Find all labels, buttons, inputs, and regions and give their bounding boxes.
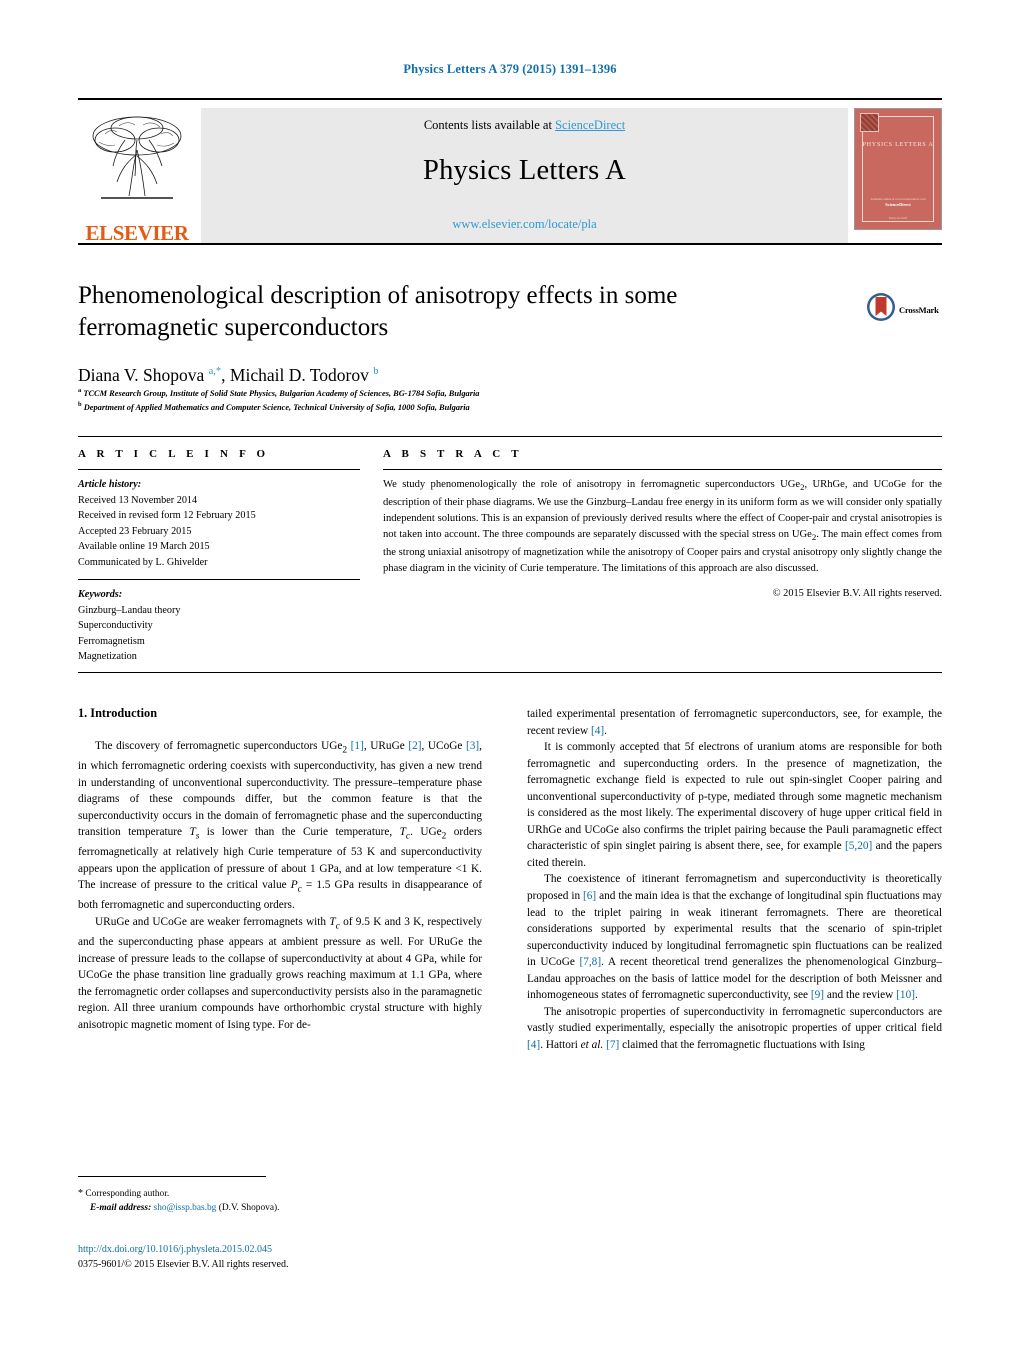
email-label: E-mail address: xyxy=(90,1203,152,1214)
crossmark-label: CrossMark xyxy=(899,304,939,315)
footnote-block: * Corresponding author. E-mail address: … xyxy=(78,1186,482,1215)
email-link[interactable]: sho@issp.bas.bg xyxy=(154,1203,217,1213)
abstract-heading: A B S T R A C T xyxy=(383,448,523,460)
journal-banner: Contents lists available at ScienceDirec… xyxy=(201,108,848,244)
keywords-group: Keywords: Ginzburg–Landau theory Superco… xyxy=(78,587,360,665)
paragraph: tailed experimental presentation of ferr… xyxy=(527,708,942,737)
abstract-text: We study phenomenologically the role of … xyxy=(383,479,943,574)
keyword-item: Superconductivity xyxy=(78,620,153,631)
keyword-item: Magnetization xyxy=(78,651,137,662)
author-list: Diana V. Shopova a,*, Michail D. Todorov… xyxy=(78,365,379,385)
footnote-divider xyxy=(78,1176,266,1177)
title-block: Phenomenological description of anisotro… xyxy=(78,280,778,386)
paragraph: URuGe and UCoGe are weaker ferromagnets … xyxy=(78,915,482,1031)
contents-prefix: Contents lists available at xyxy=(423,118,556,132)
cover-foot-line-1: Available online at www.sciencedirect.co… xyxy=(870,197,926,201)
history-label: Article history: xyxy=(78,479,142,490)
doi-link[interactable]: http://dx.doi.org/10.1016/j.physleta.201… xyxy=(78,1243,482,1258)
section-title-introduction: 1. Introduction xyxy=(78,706,158,720)
title-divider xyxy=(78,243,942,245)
body-column-left: 1. Introduction The discovery of ferroma… xyxy=(78,706,482,1033)
keyword-item: Ginzburg–Landau theory xyxy=(78,604,181,616)
history-item: Received 13 November 2014 xyxy=(78,494,198,506)
page-title: Phenomenological description of anisotro… xyxy=(78,282,678,341)
keywords-rule xyxy=(78,579,360,580)
article-info-rule xyxy=(78,469,360,470)
paragraph: The coexistence of itinerant ferromagnet… xyxy=(527,873,942,1002)
imprint-block: http://dx.doi.org/10.1016/j.physleta.201… xyxy=(78,1243,482,1272)
article-history: Article history: Received 13 November 20… xyxy=(78,477,360,570)
journal-url-link[interactable]: www.elsevier.com/locate/pla xyxy=(201,217,848,232)
cover-journal-name: PHYSICS LETTERS A xyxy=(862,141,934,148)
journal-title: Physics Letters A xyxy=(423,155,626,186)
history-item: Accepted 23 February 2015 xyxy=(78,525,192,537)
elsevier-tree-icon xyxy=(85,110,189,206)
running-head: Physics Letters A 379 (2015) 1391–1396 xyxy=(403,62,617,76)
journal-cover-thumbnail: PHYSICS LETTERS A Available online at ww… xyxy=(854,108,942,230)
paragraph: The discovery of ferromagnetic supercond… xyxy=(78,740,483,912)
body-divider xyxy=(78,672,942,673)
abstract-rule xyxy=(383,469,942,470)
keywords-label: Keywords: xyxy=(78,589,123,600)
issn-copyright: 0375-9601/© 2015 Elsevier B.V. All right… xyxy=(78,1258,289,1270)
elsevier-logo: ELSEVIER xyxy=(78,108,196,244)
article-info-column: A R T I C L E I N F O Article history: R… xyxy=(78,448,360,665)
journal-masthead: ELSEVIER Contents lists available at Sci… xyxy=(78,98,942,244)
cover-foot-line-3: Editor-in-Chief xyxy=(888,216,908,220)
affiliation-a: a TCCM Research Group, Institute of Soli… xyxy=(78,387,480,398)
sciencedirect-link[interactable]: ScienceDirect xyxy=(555,118,625,132)
cover-foot-line-2: ScienceDirect xyxy=(885,202,911,207)
corresponding-author-note: * Corresponding author. xyxy=(78,1186,482,1201)
cover-stamp-icon xyxy=(860,113,879,132)
history-item: Received in revised form 12 February 201… xyxy=(78,510,256,521)
history-item: Available online 19 March 2015 xyxy=(78,541,210,552)
body-column-right: tailed experimental presentation of ferr… xyxy=(527,706,942,1053)
email-note: E-mail address: sho@issp.bas.bg (D.V. Sh… xyxy=(78,1201,482,1215)
affiliation-b: b Department of Applied Mathematics and … xyxy=(78,400,470,412)
abstract-column: A B S T R A C T We study phenomenologica… xyxy=(383,448,942,599)
crossmark-icon xyxy=(866,292,896,327)
affiliations: a TCCM Research Group, Institute of Soli… xyxy=(78,386,778,414)
article-info-heading: A R T I C L E I N F O xyxy=(78,448,270,460)
crossmark-badge[interactable]: CrossMark xyxy=(866,292,939,327)
elsevier-wordmark: ELSEVIER xyxy=(85,221,189,245)
history-item: Communicated by L. Ghivelder xyxy=(78,556,208,568)
affiliation-b-text: Department of Applied Mathematics and Co… xyxy=(83,402,470,412)
corresponding-author-text: Corresponding author. xyxy=(85,1189,170,1199)
contents-available-line: Contents lists available at ScienceDirec… xyxy=(201,118,848,133)
affiliation-a-text: TCCM Research Group, Institute of Solid … xyxy=(83,388,480,398)
paragraph: It is commonly accepted that 5f electron… xyxy=(527,741,942,869)
paragraph: The anisotropic properties of supercondu… xyxy=(527,1005,942,1051)
article-page: Physics Letters A 379 (2015) 1391–1396 E… xyxy=(0,0,1020,1351)
keyword-item: Ferromagnetism xyxy=(78,635,145,647)
info-divider-top xyxy=(78,436,942,437)
abstract-copyright: © 2015 Elsevier B.V. All rights reserved… xyxy=(772,588,942,600)
email-owner: (D.V. Shopova). xyxy=(218,1203,280,1214)
corresponding-author-marker: * xyxy=(78,1188,83,1199)
